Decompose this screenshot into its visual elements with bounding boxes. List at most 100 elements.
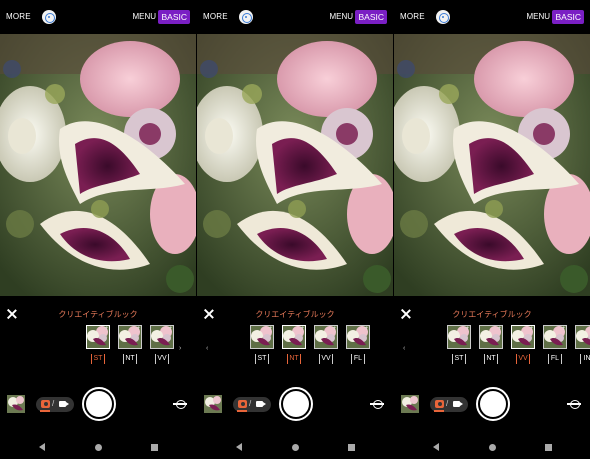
switch-camera-icon[interactable] (370, 398, 384, 410)
camera-controls: / (197, 385, 393, 425)
shutter-button[interactable] (476, 387, 510, 421)
thumbnail-plus-badge: + (561, 326, 565, 332)
photo-video-toggle[interactable]: / (430, 397, 468, 412)
thumbnail-plus-badge: + (332, 326, 336, 332)
recents-icon[interactable] (151, 444, 158, 451)
screens-container: MORE MENU BASIC クリエイティブルック + ST + NT + V… (0, 0, 590, 459)
menu-button[interactable]: MENU (132, 12, 156, 21)
look-thumbnail[interactable]: + (150, 325, 174, 349)
look-thumbnail-image (576, 326, 590, 348)
basic-mode-button[interactable]: BASIC (552, 10, 584, 24)
look-option-st[interactable]: + ST (86, 325, 110, 364)
basic-mode-button[interactable]: BASIC (355, 10, 387, 24)
look-thumbnail[interactable]: + (543, 325, 567, 349)
top-bar: MORE MENU BASIC (0, 0, 196, 34)
look-code: ST (91, 354, 105, 364)
home-icon[interactable] (292, 444, 299, 451)
look-option-vv[interactable]: + VV (150, 325, 174, 364)
thumbnail-plus-badge: + (364, 326, 368, 332)
look-option-fl[interactable]: + FL (543, 325, 567, 364)
look-list: + ST + NT + VV › (0, 325, 196, 375)
look-option-nt[interactable]: + NT (479, 325, 503, 364)
menu-button[interactable]: MENU (329, 12, 353, 21)
menu-button[interactable]: MENU (526, 12, 550, 21)
look-option-st[interactable]: + ST (447, 325, 471, 364)
look-thumbnail[interactable]: + (479, 325, 503, 349)
camera-icon[interactable] (435, 400, 444, 408)
video-icon[interactable] (256, 401, 266, 407)
look-option-in[interactable]: + IN (575, 325, 590, 364)
chevron-left-icon[interactable]: ‹ (206, 345, 208, 352)
viewfinder[interactable] (394, 34, 590, 296)
photo-video-toggle[interactable]: / (36, 397, 74, 412)
camera-icon[interactable] (41, 400, 50, 408)
home-icon[interactable] (489, 444, 496, 451)
top-bar: MORE MENU BASIC (394, 0, 590, 34)
look-thumbnail[interactable]: + (86, 325, 110, 349)
recents-icon[interactable] (348, 444, 355, 451)
camera-icon[interactable] (238, 400, 247, 408)
look-thumbnail[interactable]: + (511, 325, 535, 349)
camera-controls: / (394, 385, 590, 425)
look-code: NT (287, 354, 301, 364)
gallery-thumbnail[interactable] (204, 395, 222, 413)
mode-indicator (40, 410, 50, 412)
basic-mode-button[interactable]: BASIC (158, 10, 190, 24)
look-code: VV (155, 354, 169, 364)
chevron-right-icon[interactable]: › (179, 345, 181, 352)
more-button[interactable]: MORE (203, 12, 228, 21)
thumbnail-plus-badge: + (104, 326, 108, 332)
look-thumbnail[interactable]: + (575, 325, 590, 349)
look-option-vv[interactable]: + VV (511, 325, 535, 364)
look-thumbnail[interactable]: + (282, 325, 306, 349)
home-icon[interactable] (95, 444, 102, 451)
photo-video-toggle[interactable]: / (233, 397, 271, 412)
panel-title: クリエイティブルック (58, 310, 138, 319)
camera-screen-3: MORE MENU BASIC クリエイティブルック ‹ + ST + NT +… (394, 0, 590, 459)
more-button[interactable]: MORE (400, 12, 425, 21)
look-code: IN (580, 354, 590, 364)
look-thumbnail[interactable]: + (447, 325, 471, 349)
switch-camera-icon[interactable] (567, 398, 581, 410)
look-thumbnail[interactable]: + (314, 325, 338, 349)
panel-title: クリエイティブルック (452, 310, 532, 319)
google-lens-icon[interactable] (239, 10, 253, 24)
video-icon[interactable] (59, 401, 69, 407)
shutter-button[interactable] (82, 387, 116, 421)
thumbnail-plus-badge: + (529, 326, 533, 332)
google-lens-icon[interactable] (42, 10, 56, 24)
video-icon[interactable] (453, 401, 463, 407)
look-thumbnail[interactable]: + (346, 325, 370, 349)
look-code: ST (452, 354, 466, 364)
viewfinder[interactable] (0, 34, 196, 296)
more-button[interactable]: MORE (6, 12, 31, 21)
look-option-nt[interactable]: + NT (118, 325, 142, 364)
shutter-button[interactable] (279, 387, 313, 421)
creative-look-panel: クリエイティブルック + ST + NT + VV › (0, 305, 196, 375)
thumbnail-plus-badge: + (300, 326, 304, 332)
look-code: VV (319, 354, 333, 364)
look-option-st[interactable]: + ST (250, 325, 274, 364)
gallery-thumb-image (7, 395, 25, 413)
thumbnail-plus-badge: + (268, 326, 272, 332)
look-option-vv[interactable]: + VV (314, 325, 338, 364)
gallery-thumbnail[interactable] (401, 395, 419, 413)
panel-title: クリエイティブルック (255, 310, 335, 319)
gallery-thumbnail[interactable] (7, 395, 25, 413)
look-option-nt[interactable]: + NT (282, 325, 306, 364)
system-nav-bar (0, 440, 196, 456)
system-nav-bar (394, 440, 590, 456)
recents-icon[interactable] (545, 444, 552, 451)
look-option-fl[interactable]: + FL (346, 325, 370, 364)
viewfinder[interactable] (197, 34, 393, 296)
look-thumbnail[interactable]: + (118, 325, 142, 349)
back-icon[interactable] (39, 443, 45, 451)
mode-separator: / (249, 399, 252, 408)
back-icon[interactable] (433, 443, 439, 451)
back-icon[interactable] (236, 443, 242, 451)
look-thumbnail[interactable]: + (250, 325, 274, 349)
switch-camera-icon[interactable] (173, 398, 187, 410)
chevron-left-icon[interactable]: ‹ (403, 345, 405, 352)
look-code: VV (516, 354, 530, 364)
google-lens-icon[interactable] (436, 10, 450, 24)
